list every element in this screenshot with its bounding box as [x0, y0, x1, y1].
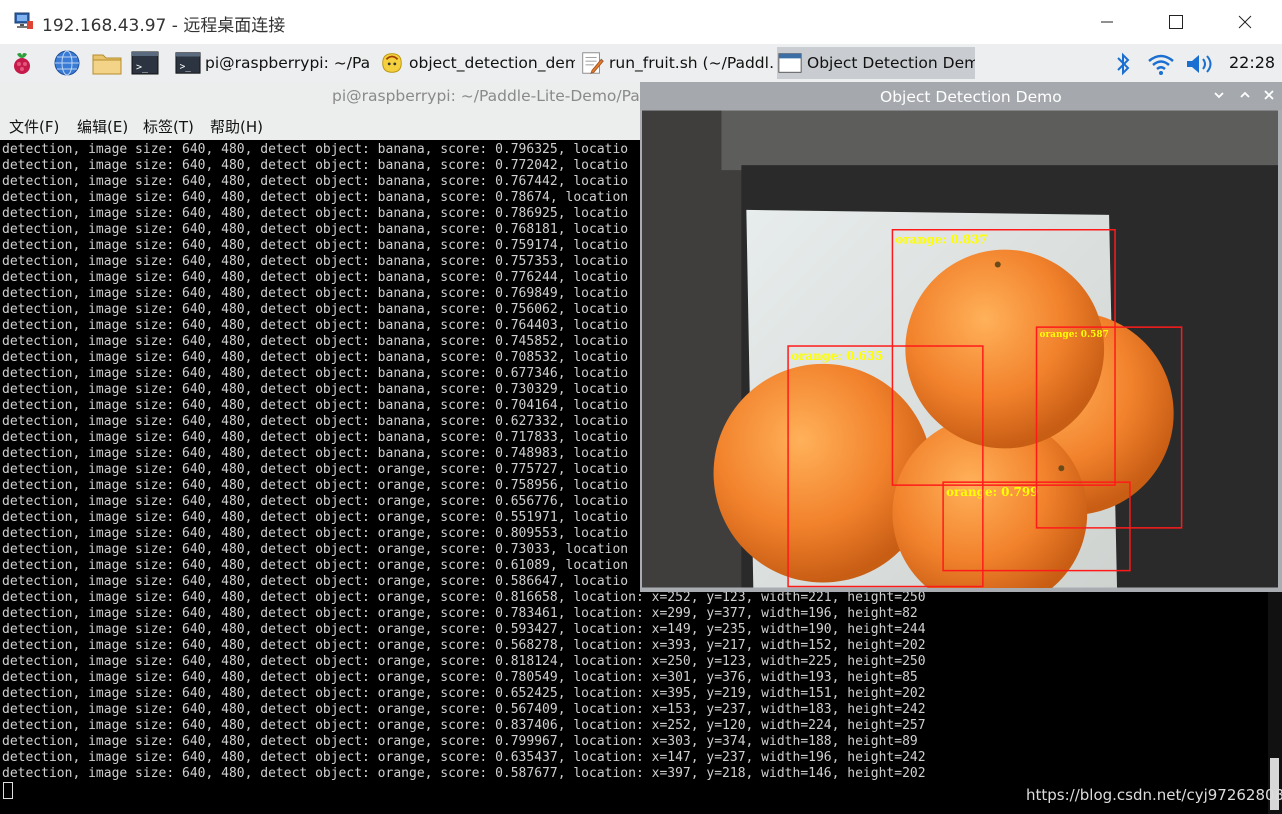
detection-label: orange: 0.635	[791, 349, 883, 363]
svg-text:>_: >_	[180, 62, 192, 73]
volume-icon[interactable]	[1185, 52, 1215, 76]
object-detection-window: Object Detection Demo orange: 0.837 oran…	[640, 82, 1282, 592]
orange-stem	[1058, 465, 1065, 472]
clock: 22:28	[1229, 53, 1276, 72]
camera-frame: orange: 0.837 orange: 0.799 orange: 0.635 o…	[642, 110, 1278, 588]
task-label: object_detection_dem…	[409, 54, 575, 72]
task-terminal[interactable]: >_ pi@raspberrypi: ~/Pa	[175, 47, 373, 79]
terminal-icon: >_	[175, 52, 201, 74]
minimize-icon	[1101, 21, 1113, 23]
close-icon	[1238, 15, 1252, 29]
bluetooth-icon[interactable]	[1113, 51, 1133, 77]
task-label: run_fruit.sh (~/Paddl…	[609, 54, 773, 72]
menu-help[interactable]: 帮助(H)	[210, 116, 263, 137]
close-button[interactable]	[1210, 0, 1280, 44]
raspberry-menu-icon[interactable]	[8, 49, 36, 77]
maximize-button[interactable]	[1141, 0, 1211, 44]
detection-label: orange: 0.587	[1040, 330, 1109, 340]
window-icon	[778, 53, 802, 73]
od-window-title: Object Detection Demo	[880, 88, 1062, 106]
task-label: Object Detection Demo	[807, 54, 975, 72]
svg-text:>_: >_	[136, 62, 149, 73]
rdp-window-title: 192.168.43.97 - 远程桌面连接	[42, 16, 286, 36]
orange-top	[905, 249, 1105, 449]
detection-label: orange: 0.799	[946, 485, 1038, 499]
browser-globe-icon[interactable]	[53, 49, 81, 77]
menu-tabs[interactable]: 标签(T)	[143, 116, 194, 137]
task-text-editor[interactable]: run_fruit.sh (~/Paddl…	[579, 47, 773, 79]
screen-top	[721, 110, 1278, 171]
terminal-cursor	[3, 782, 13, 799]
terminal-icon[interactable]: >_	[131, 49, 159, 77]
wifi-icon[interactable]	[1147, 52, 1175, 76]
minimize-button[interactable]	[1072, 0, 1142, 44]
rdp-title-bar: 192.168.43.97 - 远程桌面连接	[0, 0, 1282, 44]
orange-stem	[994, 261, 1001, 268]
chevron-down-icon[interactable]	[1210, 86, 1228, 104]
orange-left	[713, 363, 933, 583]
geany-icon	[382, 53, 402, 73]
taskbar: >_ >_ pi@raspberrypi: ~/Pa object_detect…	[0, 44, 1282, 83]
menu-file[interactable]: 文件(F)	[9, 116, 59, 137]
od-title-bar[interactable]: Object Detection Demo	[640, 82, 1282, 110]
file-manager-icon[interactable]	[91, 49, 123, 77]
maximize-icon	[1169, 15, 1183, 29]
remote-desktop-icon	[14, 12, 33, 29]
task-label: pi@raspberrypi: ~/Pa	[205, 54, 371, 72]
task-object-detection[interactable]: Object Detection Demo	[777, 47, 975, 79]
text-editor-icon	[582, 52, 604, 74]
close-icon[interactable]	[1260, 86, 1278, 104]
chevron-up-icon[interactable]	[1236, 86, 1254, 104]
camera-view: orange: 0.837 orange: 0.799 orange: 0.635 o…	[642, 110, 1278, 588]
terminal-title: pi@raspberrypi: ~/Paddle-Lite-Demo/Paddl…	[332, 87, 674, 105]
detection-label: orange: 0.837	[895, 233, 987, 247]
watermark-url: https://blog.csdn.net/cyj972628089	[1026, 786, 1282, 804]
menu-edit[interactable]: 编辑(E)	[77, 116, 128, 137]
task-geany[interactable]: object_detection_dem…	[379, 47, 575, 79]
